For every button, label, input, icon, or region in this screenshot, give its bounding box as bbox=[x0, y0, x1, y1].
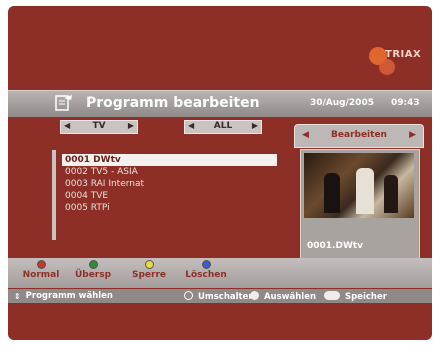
group-selector-label: TV bbox=[92, 121, 106, 131]
logo-dot bbox=[379, 59, 395, 75]
preview-panel: 0001.DWtv bbox=[300, 149, 420, 261]
blue-key[interactable]: Löschen bbox=[174, 260, 238, 280]
blue-key-label: Löschen bbox=[185, 270, 227, 280]
help-switch-text: Umschalten bbox=[197, 292, 255, 302]
red-key-label: Normal bbox=[22, 270, 60, 280]
channel-list: 0001 DWtv 0002 TV5 - ASIA 0003 RAI Inter… bbox=[52, 150, 284, 248]
logo-text: TRIAX bbox=[385, 49, 422, 60]
screen: TRIAX Programm bearbeiten 30/Aug/2005 09… bbox=[0, 0, 440, 347]
video-preview bbox=[304, 153, 414, 218]
green-dot-icon bbox=[88, 260, 98, 269]
list-item[interactable]: 0002 TV5 - ASIA bbox=[62, 166, 277, 178]
time-display: 09:43 bbox=[391, 98, 420, 108]
list-item[interactable]: 0004 TVE bbox=[62, 190, 277, 202]
up-down-arrows-icon: ⇕ bbox=[14, 292, 21, 301]
list-item[interactable]: 0001 DWtv bbox=[62, 154, 277, 166]
video-figure bbox=[384, 175, 398, 213]
circle-icon bbox=[184, 291, 193, 300]
ok-key-icon bbox=[250, 291, 259, 300]
video-figure bbox=[324, 173, 340, 213]
mode-selector-label: Bearbeiten bbox=[331, 130, 387, 140]
scrollbar[interactable] bbox=[52, 150, 56, 240]
triax-logo: TRIAX bbox=[363, 41, 423, 81]
page-title: Programm bearbeiten bbox=[86, 95, 260, 111]
yellow-key[interactable]: Sperre bbox=[120, 260, 178, 280]
video-figure bbox=[356, 168, 374, 214]
help-choose: Auswählen bbox=[250, 291, 316, 302]
arrow-right-icon: ▶ bbox=[251, 121, 258, 130]
arrow-right-icon: ▶ bbox=[127, 121, 134, 130]
red-key[interactable]: Normal bbox=[12, 260, 70, 280]
date-display: 30/Aug/2005 bbox=[310, 98, 374, 108]
edit-icon bbox=[55, 95, 72, 111]
yellow-dot-icon bbox=[144, 260, 154, 269]
mode-selector[interactable]: ◀ Bearbeiten ▶ bbox=[294, 124, 424, 148]
help-choose-text: Auswählen bbox=[263, 292, 317, 302]
list-item[interactable]: 0003 RAI Internat bbox=[62, 178, 277, 190]
category-selector-label: ALL bbox=[213, 121, 233, 131]
help-save: Speicher bbox=[324, 291, 387, 302]
help-save-text: Speicher bbox=[344, 292, 387, 302]
help-select-text: Programm wählen bbox=[25, 291, 113, 301]
arrow-right-icon: ▶ bbox=[409, 130, 416, 140]
help-select: ⇕ Programm wählen bbox=[14, 291, 113, 301]
red-dot-icon bbox=[36, 260, 46, 269]
help-bar: ⇕ Programm wählen Umschalten Auswählen S… bbox=[8, 289, 432, 303]
green-key[interactable]: Übersp bbox=[64, 260, 122, 280]
tv-menu: TRIAX Programm bearbeiten 30/Aug/2005 09… bbox=[8, 6, 432, 340]
green-key-label: Übersp bbox=[74, 270, 112, 280]
group-selector[interactable]: ◀ TV ▶ bbox=[60, 120, 138, 134]
blue-dot-icon bbox=[201, 260, 211, 269]
color-key-bar: Normal Übersp Sperre Löschen bbox=[8, 258, 432, 288]
preview-channel-label: 0001.DWtv bbox=[307, 241, 364, 251]
yellow-key-label: Sperre bbox=[131, 270, 166, 280]
title-bar: Programm bearbeiten 30/Aug/2005 09:43 bbox=[8, 90, 432, 117]
category-selector[interactable]: ◀ ALL ▶ bbox=[184, 120, 262, 134]
menu-key-icon bbox=[324, 291, 340, 300]
list-item[interactable]: 0005 RTPi bbox=[62, 202, 277, 214]
help-switch: Umschalten bbox=[184, 291, 254, 302]
